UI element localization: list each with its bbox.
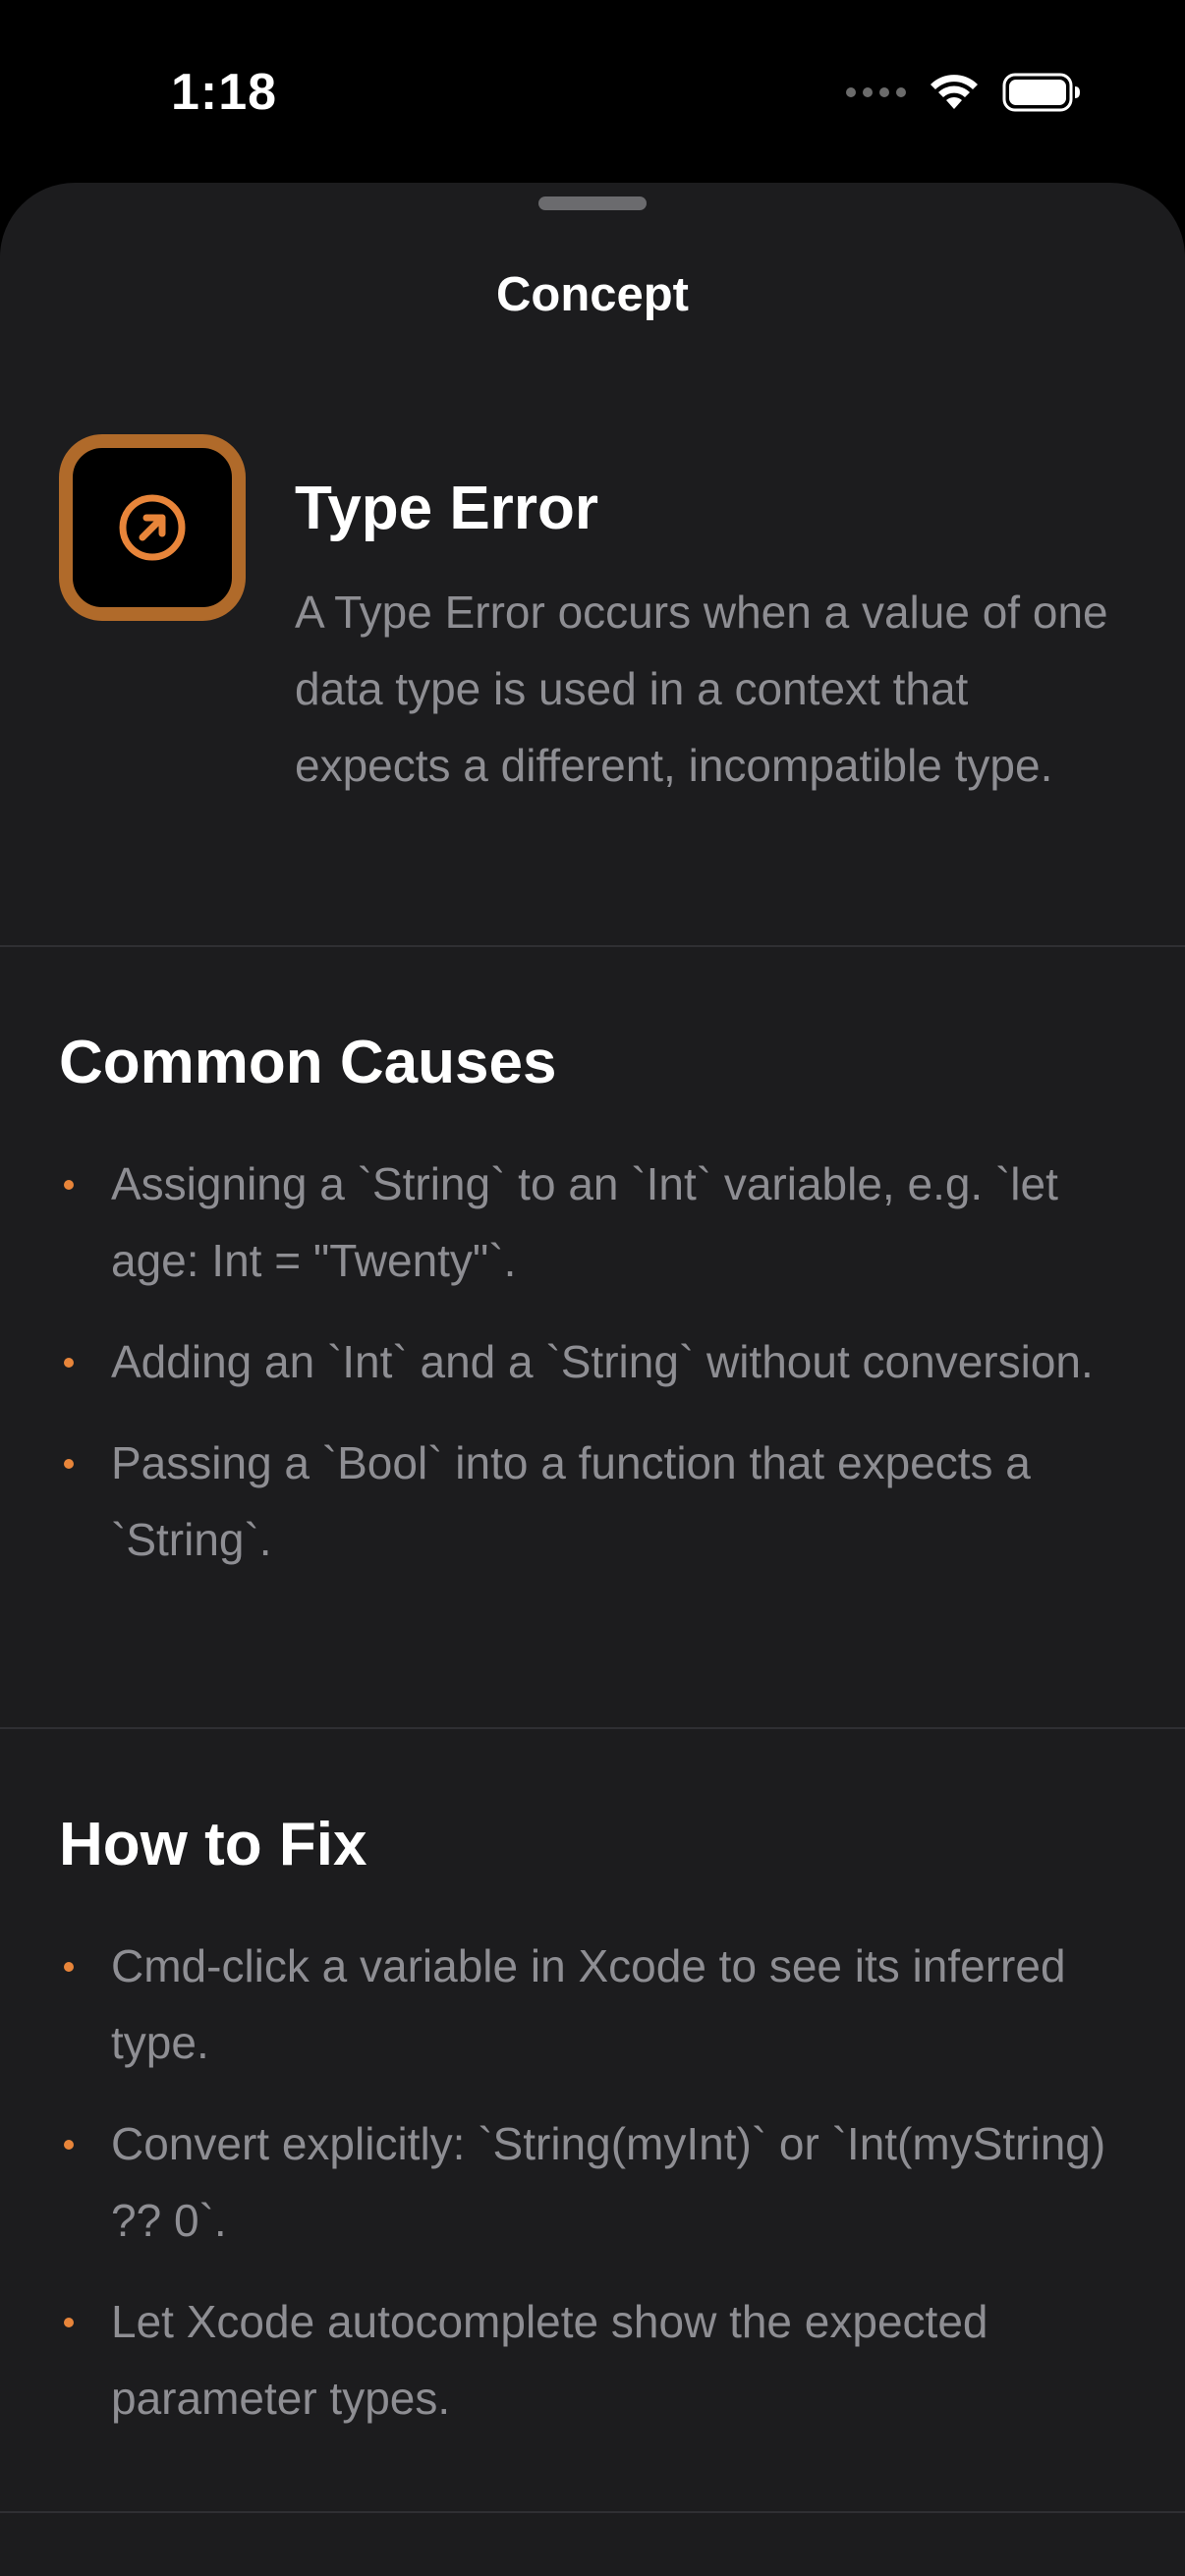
how-to-fix-list: Cmd-click a variable in Xcode to see its… <box>59 1928 1130 2461</box>
how-to-fix-title: How to Fix <box>59 1811 367 1878</box>
concept-title: Type Error <box>295 475 598 542</box>
common-causes-list: Assigning a `String` to an `Int` variabl… <box>59 1146 1130 1602</box>
status-bar: 1:18 <box>0 0 1185 187</box>
arrow-up-right-circle-icon <box>119 494 186 561</box>
list-item: Convert explicitly: `String(myInt)` or `… <box>59 2105 1130 2259</box>
list-item-text: Convert explicitly: `String(myInt)` or `… <box>111 2118 1106 2246</box>
bullet-icon <box>64 2140 74 2150</box>
wifi-icon <box>931 75 978 109</box>
list-item: Adding an `Int` and a `String` without c… <box>59 1323 1130 1400</box>
bullet-icon <box>64 1459 74 1469</box>
list-item-text: Let Xcode autocomplete show the expected… <box>111 2296 988 2424</box>
list-item: Cmd-click a variable in Xcode to see its… <box>59 1928 1130 2081</box>
common-causes-title: Common Causes <box>59 1029 557 1096</box>
status-icons <box>846 73 1081 112</box>
list-item-text: Passing a `Bool` into a function that ex… <box>111 1437 1031 1565</box>
bullet-icon <box>64 1358 74 1368</box>
list-item-text: Cmd-click a variable in Xcode to see its… <box>111 1940 1066 2068</box>
sheet-grabber[interactable] <box>538 196 647 210</box>
concept-icon <box>59 434 246 621</box>
sheet-title: Concept <box>496 268 689 321</box>
divider <box>0 945 1185 947</box>
list-item: Let Xcode autocomplete show the expected… <box>59 2283 1130 2436</box>
list-item-text: Assigning a `String` to an `Int` variabl… <box>111 1158 1058 1286</box>
battery-icon <box>1002 73 1080 112</box>
list-item: Assigning a `String` to an `Int` variabl… <box>59 1146 1130 1299</box>
list-item: Passing a `Bool` into a function that ex… <box>59 1425 1130 1578</box>
bullet-icon <box>64 2318 74 2327</box>
concept-sheet: Concept Type Error A Type Error occurs w… <box>0 183 1185 2576</box>
bullet-icon <box>64 1180 74 1190</box>
bullet-icon <box>64 1962 74 1972</box>
divider <box>0 1727 1185 1729</box>
list-item-text: Adding an `Int` and a `String` without c… <box>111 1336 1094 1387</box>
divider <box>0 2511 1185 2513</box>
status-time: 1:18 <box>171 64 278 121</box>
cellular-signal-icon <box>846 87 906 97</box>
concept-description: A Type Error occurs when a value of one … <box>295 587 1108 791</box>
